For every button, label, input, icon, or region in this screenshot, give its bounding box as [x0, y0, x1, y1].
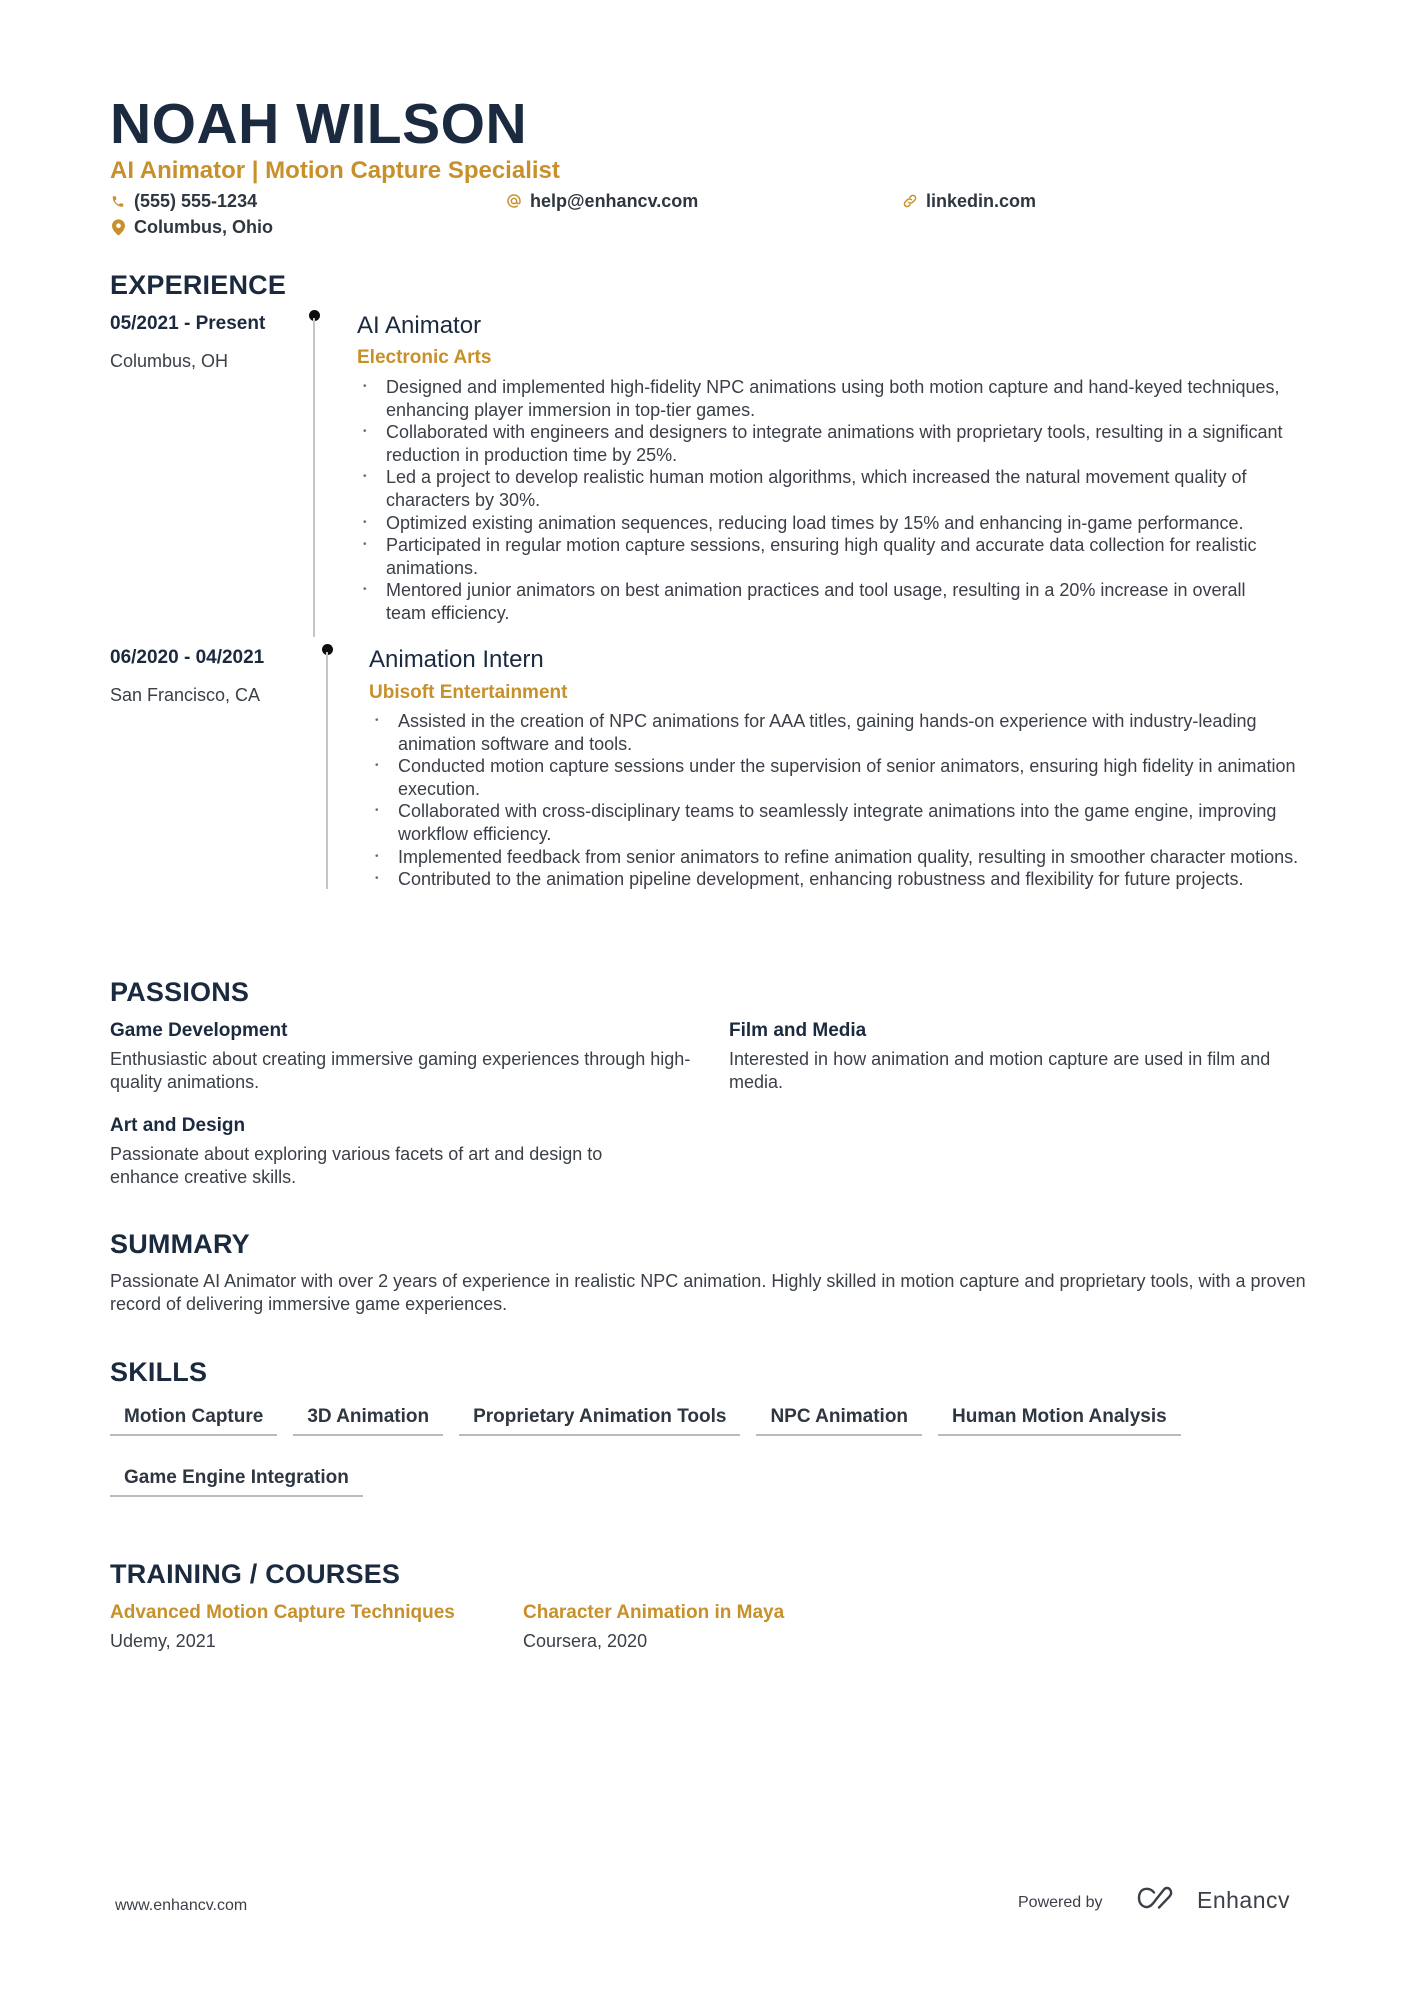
bullet: Contributed to the animation pipeline de… [371, 868, 1301, 891]
experience-2-company: Ubisoft Entertainment [369, 682, 568, 703]
experience-1-company: Electronic Arts [357, 347, 492, 368]
bullet: Mentored junior animators on best animat… [359, 579, 1289, 624]
experience-2-role: Animation Intern [369, 646, 544, 673]
experience-1-dates: 05/2021 - Present [110, 313, 266, 334]
email-link[interactable]: help@enhancv.com [530, 190, 698, 212]
powered-by-label: Powered by [1018, 1894, 1103, 1911]
bullet: Assisted in the creation of NPC animatio… [371, 710, 1301, 755]
linkedin-link[interactable]: linkedin.com [926, 190, 1036, 212]
summary-heading: SUMMARY [110, 1229, 250, 1259]
skill-tag: 3D Animation [293, 1400, 444, 1436]
location-text: Columbus, Ohio [134, 217, 273, 237]
bullet: Collaborated with engineers and designer… [359, 421, 1289, 466]
skill-tag: Proprietary Animation Tools [459, 1400, 741, 1436]
experience-heading: EXPERIENCE [110, 270, 287, 300]
timeline-line [326, 652, 328, 889]
skill-tag: Human Motion Analysis [938, 1400, 1181, 1436]
skills-list: Motion Capture 3D Animation Proprietary … [110, 1400, 1310, 1497]
passion-2-title: Film and Media [729, 1020, 867, 1041]
skills-heading: SKILLS [110, 1357, 208, 1387]
contact-phone: (555) 555-1234 [110, 190, 257, 212]
experience-1-role: AI Animator [357, 312, 482, 339]
passion-1-description: Enthusiastic about creating immersive ga… [110, 1049, 691, 1092]
map-pin-icon [110, 218, 126, 236]
footer-website-link[interactable]: www.enhancv.com [115, 1897, 247, 1915]
bullet: Led a project to develop realistic human… [359, 466, 1289, 511]
contact-email[interactable]: help@enhancv.com [506, 190, 698, 212]
at-icon [506, 192, 522, 210]
link-icon [902, 192, 918, 210]
experience-2-bullets: Assisted in the creation of NPC animatio… [371, 710, 1301, 891]
summary-text: Passionate AI Animator with over 2 years… [110, 1271, 1306, 1314]
enhancv-logo-icon [1137, 1886, 1183, 1915]
experience-1-bullets: Designed and implemented high-fidelity N… [359, 376, 1289, 625]
enhancv-brand[interactable]: Enhancv [1137, 1886, 1290, 1915]
skill-tag: Motion Capture [110, 1400, 278, 1436]
phone-icon [110, 192, 126, 210]
timeline-line [313, 318, 315, 637]
experience-2-location: San Francisco, CA [110, 685, 261, 705]
passion-3-title: Art and Design [110, 1115, 246, 1136]
training-heading: TRAINING / COURSES [110, 1559, 401, 1589]
passion-1-title: Game Development [110, 1020, 288, 1041]
skill-tag: Game Engine Integration [110, 1461, 363, 1497]
passion-3-description: Passionate about exploring various facet… [110, 1144, 603, 1187]
contact-location: Columbus, Ohio [110, 216, 273, 238]
bullet: Participated in regular motion capture s… [359, 534, 1289, 579]
phone-text: (555) 555-1234 [134, 191, 258, 211]
resume-page: NOAH WILSON AI Animator | Motion Capture… [0, 0, 1410, 1995]
course-1-meta: Udemy, 2021 [110, 1631, 216, 1651]
bullet: Optimized existing animation sequences, … [359, 512, 1289, 535]
bullet: Designed and implemented high-fidelity N… [359, 376, 1289, 421]
enhancv-brand-name: Enhancv [1197, 1887, 1291, 1913]
experience-1-location: Columbus, OH [110, 351, 229, 371]
bullet: Conducted motion capture sessions under … [371, 755, 1301, 800]
course-2-title: Character Animation in Maya [523, 1602, 785, 1623]
skill-tag: NPC Animation [756, 1400, 923, 1436]
contact-linkedin[interactable]: linkedin.com [902, 190, 1036, 212]
bullet: Implemented feedback from senior animato… [371, 846, 1301, 869]
candidate-headline: AI Animator | Motion Capture Specialist [110, 157, 560, 184]
bullet: Collaborated with cross-disciplinary tea… [371, 800, 1301, 845]
course-2-meta: Coursera, 2020 [523, 1631, 648, 1651]
passions-heading: PASSIONS [110, 977, 250, 1007]
experience-2-dates: 06/2020 - 04/2021 [110, 647, 265, 668]
candidate-name: NOAH WILSON [110, 92, 528, 156]
course-1-title: Advanced Motion Capture Techniques [110, 1602, 455, 1623]
passion-2-description: Interested in how animation and motion c… [729, 1049, 1271, 1092]
